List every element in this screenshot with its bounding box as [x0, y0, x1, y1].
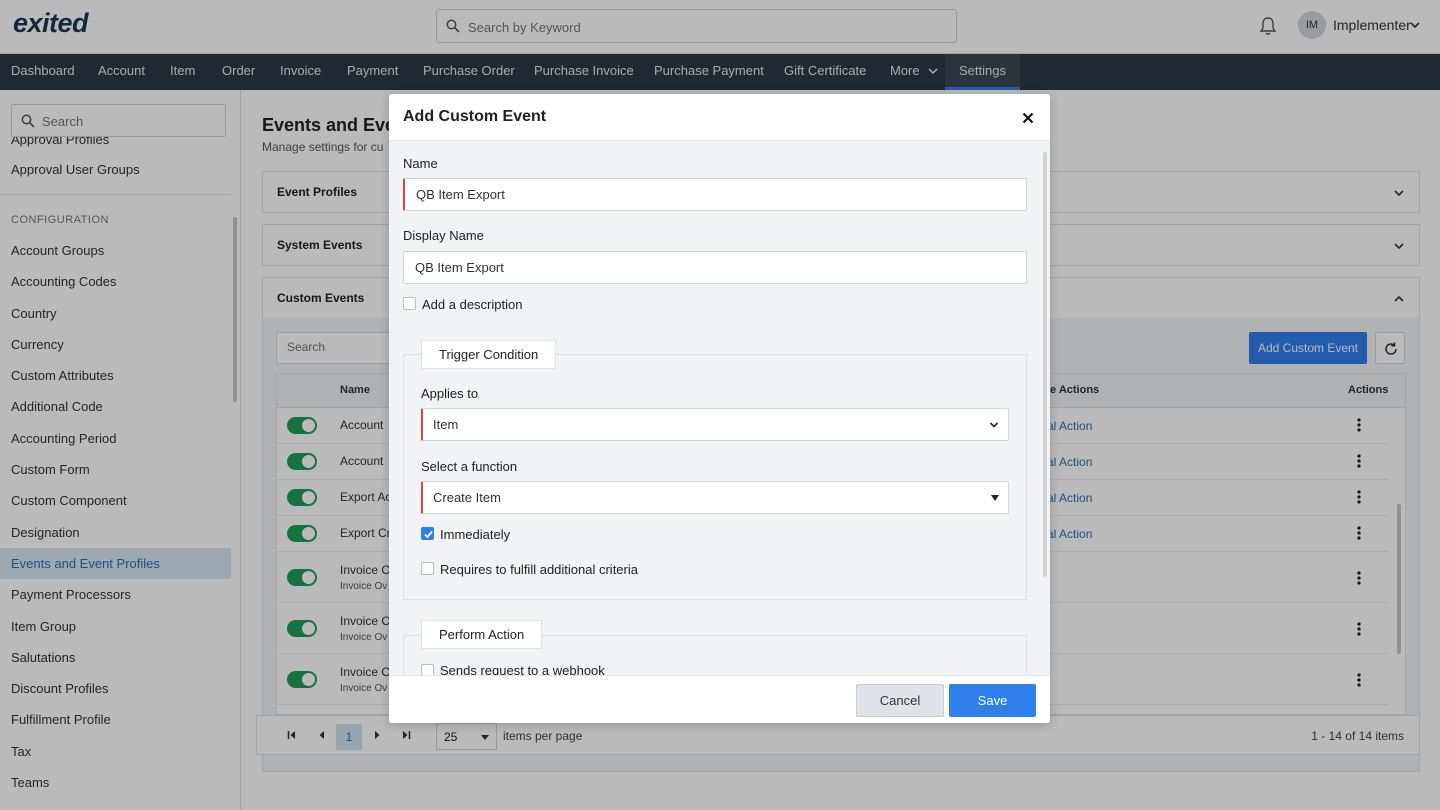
- applies-to-value: Item: [433, 417, 459, 432]
- trigger-condition-legend: Trigger Condition: [421, 340, 557, 369]
- webhook-label[interactable]: Sends request to a webhook: [440, 663, 605, 675]
- dialog-scrollbar[interactable]: [1043, 152, 1047, 577]
- additional-criteria-label[interactable]: Requires to fulfill additional criteria: [440, 562, 638, 577]
- perform-action-legend: Perform Action: [421, 620, 543, 649]
- webhook-checkbox[interactable]: [421, 664, 434, 675]
- select-function-value: Create Item: [433, 490, 501, 505]
- add-custom-event-dialog: Add Custom Event Name QB Item Export Dis…: [389, 94, 1050, 723]
- dialog-footer: Cancel Save: [389, 675, 1050, 723]
- add-description-label[interactable]: Add a description: [422, 297, 522, 312]
- checkmark-icon: [424, 530, 433, 539]
- name-label: Name: [403, 156, 438, 171]
- immediately-checkbox[interactable]: [421, 527, 434, 540]
- display-name-field[interactable]: QB Item Export: [403, 251, 1027, 284]
- dialog-title: Add Custom Event: [403, 108, 547, 125]
- dialog-header: Add Custom Event: [389, 94, 1050, 141]
- immediately-label[interactable]: Immediately: [440, 527, 510, 542]
- additional-criteria-checkbox[interactable]: [421, 562, 434, 575]
- caret-down-icon: [991, 495, 999, 501]
- close-icon[interactable]: [1021, 111, 1035, 125]
- add-description-checkbox[interactable]: [403, 297, 416, 310]
- name-field[interactable]: QB Item Export: [403, 178, 1027, 211]
- select-function-select[interactable]: Create Item: [421, 481, 1009, 514]
- applies-to-select[interactable]: Item: [421, 408, 1009, 441]
- select-function-label: Select a function: [421, 459, 518, 474]
- cancel-button[interactable]: Cancel: [856, 684, 944, 717]
- applies-to-label: Applies to: [421, 386, 479, 401]
- display-name-label: Display Name: [403, 228, 484, 243]
- chevron-down-icon: [989, 422, 999, 428]
- save-button[interactable]: Save: [949, 684, 1036, 717]
- dialog-body: Name QB Item Export Display Name QB Item…: [389, 141, 1050, 675]
